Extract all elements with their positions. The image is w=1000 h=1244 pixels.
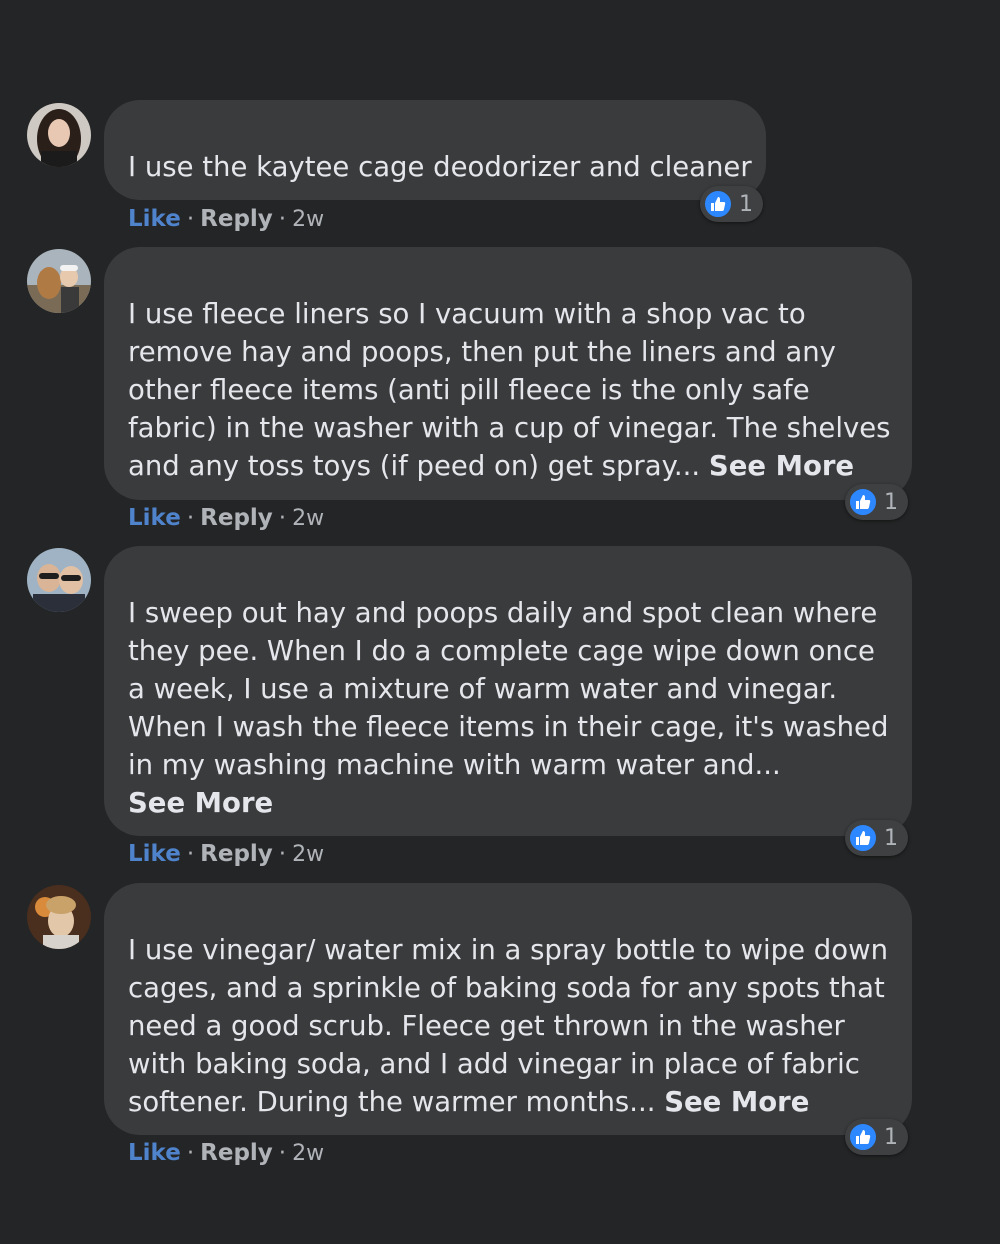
- separator: ·: [186, 505, 195, 531]
- comment-text-line: and any toss toys (if peed on) get spray…: [128, 447, 888, 485]
- comment-text: I sweep out hay and poops daily and spot…: [128, 594, 888, 822]
- comment-timestamp[interactable]: 2w: [292, 207, 324, 232]
- thumbs-up-icon: [848, 487, 878, 517]
- avatar[interactable]: [27, 548, 91, 612]
- comment-text-line: softener. During the warmer months... Se…: [128, 1083, 888, 1121]
- avatar-image: [27, 249, 91, 313]
- comment-bubble: I use fleece liners so I vacuum with a s…: [104, 247, 912, 500]
- separator: ·: [278, 841, 287, 867]
- like-button[interactable]: Like: [128, 505, 181, 531]
- comment-text-line: remove hay and poops, then put the liner…: [128, 336, 836, 368]
- comment-text-line: When I wash the fleece items in their ca…: [128, 711, 889, 743]
- reply-button[interactable]: Reply: [200, 206, 273, 232]
- comment-timestamp[interactable]: 2w: [292, 1141, 324, 1166]
- comment-actions: Like · Reply · 2w: [128, 503, 324, 533]
- comment-text: I use the kaytee cage deodorizer and cle…: [128, 148, 752, 186]
- reaction-badge[interactable]: 1: [845, 484, 908, 520]
- separator: ·: [278, 1140, 287, 1166]
- thumbs-up-icon: [848, 1122, 878, 1152]
- separator: ·: [186, 1140, 195, 1166]
- comment-text-line: I use the kaytee cage deodorizer and cle…: [128, 151, 752, 183]
- comment-text-line: need a good scrub. Fleece get thrown in …: [128, 1010, 845, 1042]
- comment-text-line: I use vinegar/ water mix in a spray bott…: [128, 934, 888, 966]
- comment-bubble: I use the kaytee cage deodorizer and cle…: [104, 100, 766, 200]
- comment-timestamp[interactable]: 2w: [292, 506, 324, 531]
- thumbs-up-icon: [703, 189, 733, 219]
- reaction-badge[interactable]: 1: [845, 1119, 908, 1155]
- comment-text: I use vinegar/ water mix in a spray bott…: [128, 931, 888, 1121]
- comment-bubble: I use vinegar/ water mix in a spray bott…: [104, 883, 912, 1135]
- reaction-count: 1: [884, 1124, 898, 1150]
- like-button[interactable]: Like: [128, 1140, 181, 1166]
- comment-text-line: in my washing machine with warm water an…: [128, 749, 781, 781]
- reply-button[interactable]: Reply: [200, 505, 273, 531]
- avatar[interactable]: [27, 249, 91, 313]
- avatar[interactable]: [27, 103, 91, 167]
- separator: ·: [186, 841, 195, 867]
- like-button[interactable]: Like: [128, 206, 181, 232]
- avatar[interactable]: [27, 885, 91, 949]
- comment-text-line: I sweep out hay and poops daily and spot…: [128, 597, 878, 629]
- reaction-count: 1: [739, 191, 753, 217]
- comment-actions: Like · Reply · 2w: [128, 1138, 324, 1168]
- comment-bubble: I sweep out hay and poops daily and spot…: [104, 546, 912, 836]
- comment-text-line: I use fleece liners so I vacuum with a s…: [128, 298, 806, 330]
- thumbs-up-icon: [848, 823, 878, 853]
- comment-text-line: See More: [128, 784, 888, 822]
- reaction-badge[interactable]: 1: [700, 186, 763, 222]
- like-button[interactable]: Like: [128, 841, 181, 867]
- comment-text-line: cages, and a sprinkle of baking soda for…: [128, 972, 885, 1004]
- comment-actions: Like · Reply · 2w: [128, 204, 324, 234]
- comment-text-line: fabric) in the washer with a cup of vine…: [128, 412, 891, 444]
- comment-text-line: a week, I use a mixture of warm water an…: [128, 673, 838, 705]
- comment-text: I use fleece liners so I vacuum with a s…: [128, 295, 891, 485]
- reply-button[interactable]: Reply: [200, 841, 273, 867]
- comment-feed: I use the kaytee cage deodorizer and cle…: [0, 0, 1000, 1244]
- comment-text-line: other fleece items (anti pill fleece is …: [128, 374, 810, 406]
- separator: ·: [278, 505, 287, 531]
- see-more-link[interactable]: See More: [664, 1086, 809, 1118]
- reaction-count: 1: [884, 489, 898, 515]
- reaction-count: 1: [884, 825, 898, 851]
- comment-text-line: with baking soda, and I add vinegar in p…: [128, 1048, 860, 1080]
- comment-text-line: they pee. When I do a complete cage wipe…: [128, 635, 875, 667]
- comment-text-fragment: and any toss toys (if peed on) get spray…: [128, 450, 701, 482]
- reply-button[interactable]: Reply: [200, 1140, 273, 1166]
- avatar-image: [27, 103, 91, 167]
- avatar-image: [27, 548, 91, 612]
- separator: ·: [186, 206, 195, 232]
- comment-text-fragment: softener. During the warmer months...: [128, 1086, 656, 1118]
- reaction-badge[interactable]: 1: [845, 820, 908, 856]
- comment-actions: Like · Reply · 2w: [128, 839, 324, 869]
- avatar-image: [27, 885, 91, 949]
- see-more-link[interactable]: See More: [709, 450, 854, 482]
- separator: ·: [278, 206, 287, 232]
- see-more-link[interactable]: See More: [128, 787, 273, 819]
- comment-timestamp[interactable]: 2w: [292, 842, 324, 867]
